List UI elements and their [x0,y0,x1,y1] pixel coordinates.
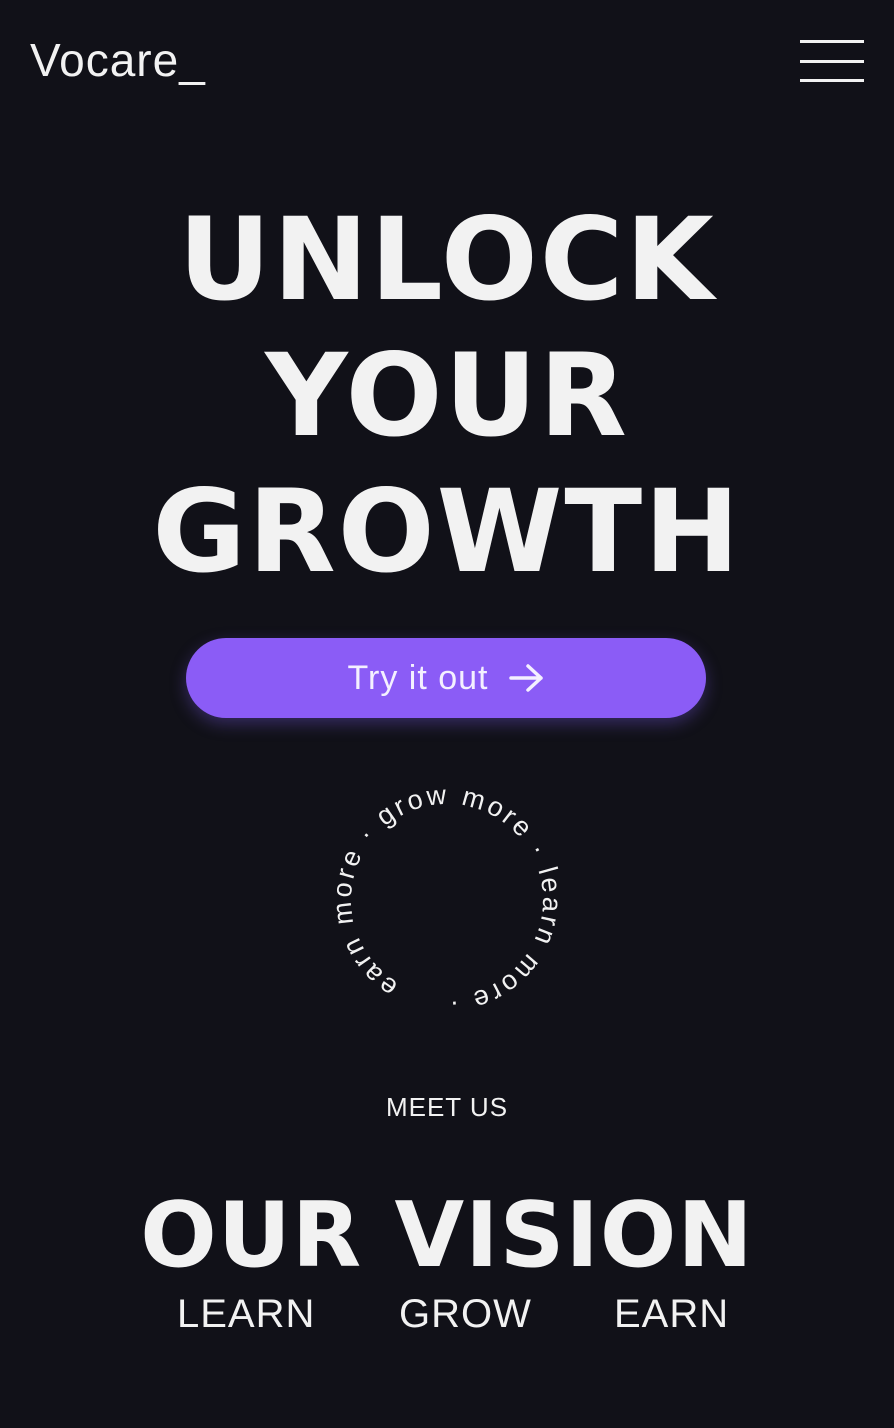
hero-title-line: GROWTH [152,465,742,598]
hero-title-line: UNLOCK [178,193,716,326]
hamburger-menu-icon[interactable] [800,40,864,84]
pillar-earn: EARN [614,1292,730,1336]
meet-us-label: MEET US [385,1092,509,1122]
rotating-text-badge: earn more · grow more · learn more · [327,780,567,1020]
our-vision-title: OUR VISION [140,1183,754,1288]
hero-title-line: YOUR [265,329,629,462]
pillar-grow: GROW [399,1292,532,1336]
menu-line [800,79,864,82]
badge-text: earn more · grow more · learn more · [327,780,567,1020]
vision-pillars: LEARN GROW EARN [0,1292,894,1338]
hero-title: UNLOCK YOUR GROWTH [0,192,894,600]
logo[interactable]: Vocare_ [30,34,206,86]
menu-line [800,40,864,43]
cta-label: Try it out [347,658,489,697]
menu-line [800,60,864,63]
pillar-learn: LEARN [177,1292,316,1336]
try-it-out-button[interactable]: Try it out [186,638,706,718]
arrow-right-icon [508,664,543,692]
